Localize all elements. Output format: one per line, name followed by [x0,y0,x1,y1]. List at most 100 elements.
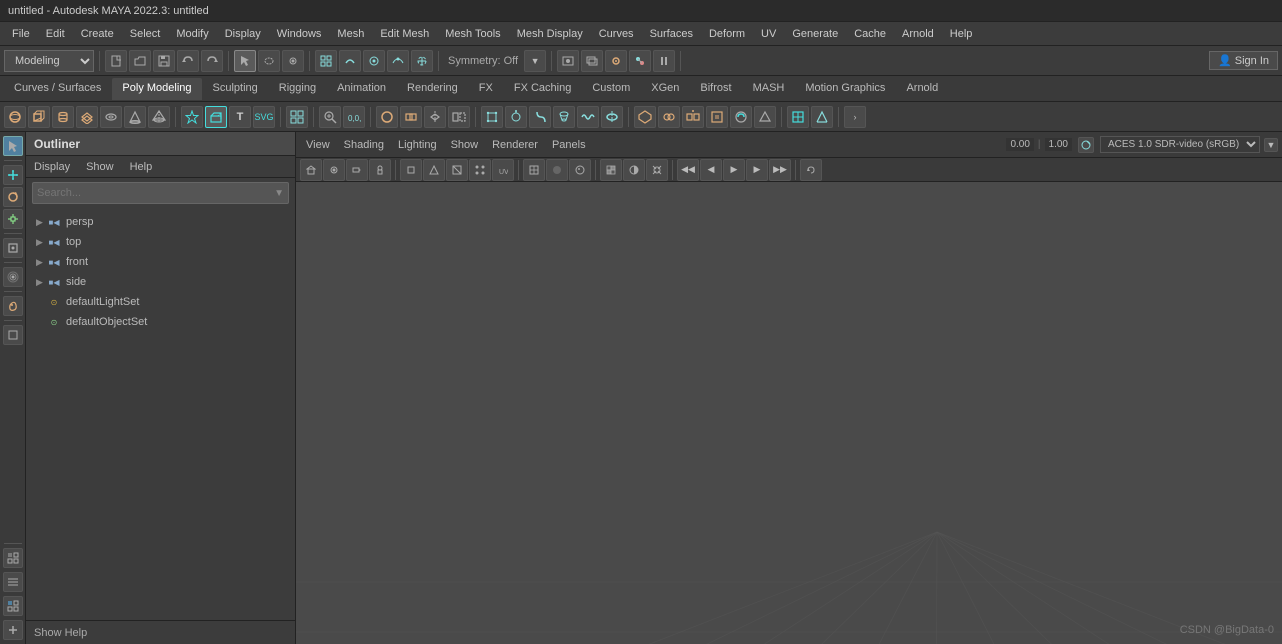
vp-render-btn[interactable] [323,159,345,181]
vp-sel-object-btn[interactable] [400,159,422,181]
symmetry-dropdown-btn[interactable]: ▼ [524,50,546,72]
outliner-help-menu[interactable]: Help [126,159,157,175]
tree-item-persp[interactable]: ▶ ■◀ persp [26,212,295,232]
vp-shade-flat-btn[interactable] [569,159,591,181]
paint-select-btn[interactable] [282,50,304,72]
tree-item-side[interactable]: ▶ ■◀ side [26,272,295,292]
tab-mash[interactable]: MASH [743,78,795,100]
workspace-dropdown[interactable]: Modeling Rigging Animation Rendering [4,50,94,72]
vp-menu-shading[interactable]: Shading [338,137,390,153]
menu-file[interactable]: File [4,26,38,42]
vp-sel-uvmap-btn[interactable]: UV [492,159,514,181]
vp-shade-wire-btn[interactable] [523,159,545,181]
vp-isolate-btn[interactable] [646,159,668,181]
menu-mesh-display[interactable]: Mesh Display [509,26,591,42]
mirror-btn[interactable] [424,106,446,128]
search-dropdown-arrow[interactable]: ▼ [274,188,284,199]
quad-layout-btn[interactable] [3,596,23,616]
render-view-btn[interactable] [557,50,579,72]
zoom-fit-btn[interactable] [319,106,341,128]
vp-cam-sel-btn[interactable] [346,159,368,181]
open-scene-btn[interactable] [129,50,151,72]
snap-extra-btn[interactable] [411,50,433,72]
extrude-btn[interactable] [634,106,656,128]
tab-poly-modeling[interactable]: Poly Modeling [112,78,201,100]
create-prism-btn[interactable] [148,106,170,128]
menu-help[interactable]: Help [942,26,981,42]
lattice-btn[interactable] [481,106,503,128]
vp-color-mode-btn[interactable] [1078,137,1094,153]
smooth-mesh-btn[interactable] [376,106,398,128]
create-torus-btn[interactable] [100,106,122,128]
outliner-search-input[interactable] [37,187,274,199]
menu-edit[interactable]: Edit [38,26,73,42]
show-manipulator-btn[interactable] [3,238,23,258]
tab-fx[interactable]: FX [469,78,503,100]
vp-color-dropdown-btn[interactable]: ▼ [1264,138,1278,152]
uv-editor-btn[interactable] [787,106,809,128]
tab-arnold[interactable]: Arnold [896,78,948,100]
menu-deform[interactable]: Deform [701,26,753,42]
xyz-origin-btn[interactable]: 0,0,0 [343,106,365,128]
combine-btn[interactable] [658,106,680,128]
new-scene-btn[interactable] [105,50,127,72]
flare-btn[interactable] [553,106,575,128]
bend-btn[interactable] [529,106,551,128]
menu-uv[interactable]: UV [753,26,784,42]
uv-grid-btn[interactable] [286,106,308,128]
menu-mesh[interactable]: Mesh [329,26,372,42]
menu-generate[interactable]: Generate [784,26,846,42]
create-cylinder-btn[interactable] [52,106,74,128]
poly-extrude-btn[interactable] [205,106,227,128]
tree-item-front[interactable]: ▶ ■◀ front [26,252,295,272]
color-space-dropdown[interactable]: ACES 1.0 SDR-video (sRGB) [1100,136,1260,153]
create-plane-btn[interactable] [76,106,98,128]
soft-select-btn[interactable] [3,267,23,287]
extract-btn[interactable] [706,106,728,128]
vp-camera-home-btn[interactable] [300,159,322,181]
vp-sel-edge-btn[interactable] [446,159,468,181]
reduce-btn[interactable] [754,106,776,128]
tab-sculpting[interactable]: Sculpting [203,78,268,100]
vp-menu-panels[interactable]: Panels [546,137,592,153]
snap-to-curve-btn[interactable] [339,50,361,72]
save-scene-btn[interactable] [153,50,175,72]
outliner-show-menu[interactable]: Show [82,159,118,175]
paint-weights-btn[interactable] [3,296,23,316]
undo-btn[interactable] [177,50,199,72]
list-layout-btn[interactable] [3,572,23,592]
tab-fx-caching[interactable]: FX Caching [504,78,581,100]
vp-cam-attrib-btn[interactable] [369,159,391,181]
menu-windows[interactable]: Windows [269,26,330,42]
vp-next-frame-btn[interactable]: ▶▶ [769,159,791,181]
menu-modify[interactable]: Modify [168,26,216,42]
tab-curves-surfaces[interactable]: Curves / Surfaces [4,78,111,100]
vp-exposure-btn[interactable] [623,159,645,181]
text-tool-btn[interactable]: T [229,106,251,128]
lasso-select-btn[interactable] [258,50,280,72]
sine-btn[interactable] [577,106,599,128]
tab-rigging[interactable]: Rigging [269,78,326,100]
select-mode-btn[interactable] [3,136,23,156]
tab-rendering[interactable]: Rendering [397,78,468,100]
vp-menu-renderer[interactable]: Renderer [486,137,544,153]
scale-tool-btn[interactable] [3,209,23,229]
arrow-right-btn[interactable]: › [844,106,866,128]
tab-motion-graphics[interactable]: Motion Graphics [795,78,895,100]
snap-to-grid-btn[interactable] [315,50,337,72]
vp-prev-btn[interactable]: ◀ [700,159,722,181]
create-sphere-btn[interactable] [4,106,26,128]
tree-item-default-light-set[interactable]: ⊙ defaultLightSet [26,292,295,312]
grid-layout-btn[interactable] [3,548,23,568]
vp-sel-vertex-btn[interactable] [469,159,491,181]
cluster-btn[interactable] [505,106,527,128]
mirror2-btn[interactable] [448,106,470,128]
select-tool-btn[interactable] [234,50,256,72]
tree-item-top[interactable]: ▶ ■◀ top [26,232,295,252]
vp-prev-frame-btn[interactable]: ◀◀ [677,159,699,181]
vp-play-btn[interactable]: ▶ [723,159,745,181]
vp-next-btn[interactable]: ▶ [746,159,768,181]
tab-animation[interactable]: Animation [327,78,396,100]
svg-tool-btn[interactable]: SVG [253,106,275,128]
separate-btn[interactable] [682,106,704,128]
